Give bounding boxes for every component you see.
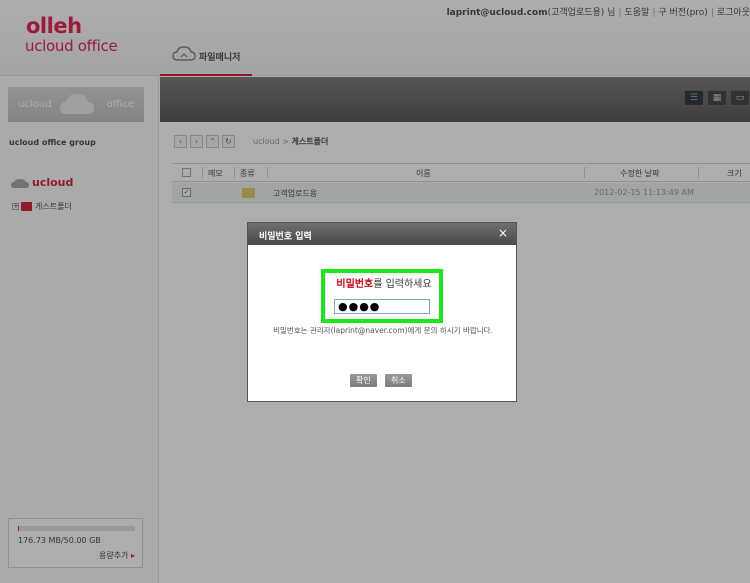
cancel-button[interactable]: 취소 xyxy=(385,374,412,387)
dialog-title: 비밀번호 입력 xyxy=(259,232,312,242)
prompt-highlight: 비밀번호 xyxy=(336,279,374,290)
dialog-header: 비밀번호 입력 × xyxy=(248,223,516,245)
confirm-button[interactable]: 확인 xyxy=(350,374,377,387)
password-prompt: 비밀번호를 입력하세요 xyxy=(327,275,441,290)
close-icon[interactable]: × xyxy=(496,226,510,240)
password-dialog: 비밀번호 입력 × 비밀번호를 입력하세요 ●●●● 비밀번호는 관리자(lap… xyxy=(247,222,517,402)
password-input[interactable]: ●●●● xyxy=(334,299,430,314)
help-text: 비밀번호는 관리자(laprint@naver.com)에게 문의 하시기 바랍… xyxy=(273,326,493,335)
prompt-rest: 를 입력하세요 xyxy=(373,279,432,290)
